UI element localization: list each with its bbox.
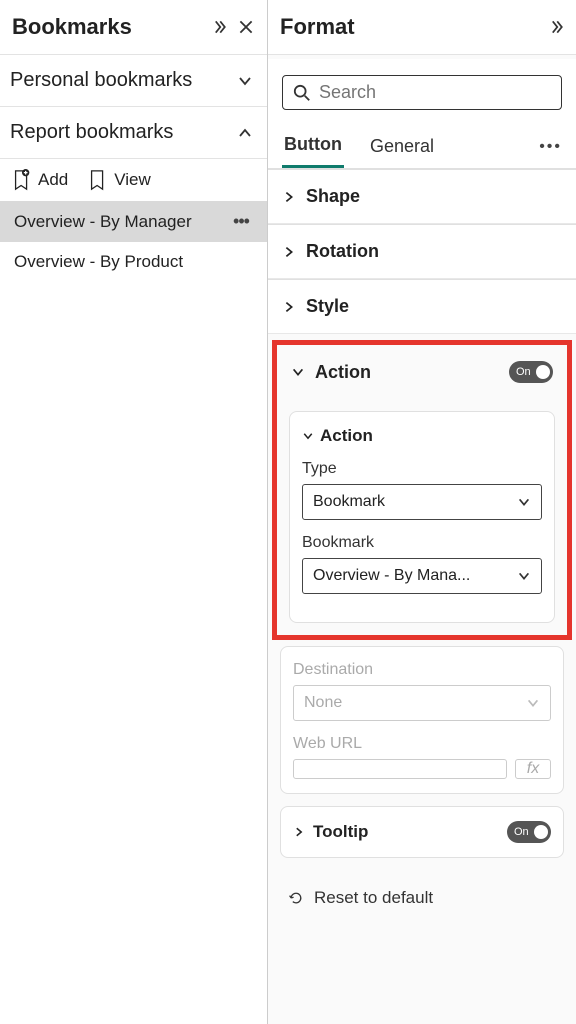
- format-search[interactable]: [282, 75, 562, 110]
- chevron-down-icon: [237, 73, 253, 89]
- toggle-on-label: On: [514, 826, 529, 838]
- personal-bookmarks-section[interactable]: Personal bookmarks: [0, 55, 267, 107]
- weburl-label: Web URL: [293, 735, 551, 753]
- destination-value: None: [304, 694, 526, 712]
- toggle-on-label: On: [516, 366, 531, 378]
- bookmark-item[interactable]: Overview - By Product: [0, 242, 267, 282]
- collapse-icon[interactable]: [209, 18, 227, 36]
- type-label: Type: [302, 460, 542, 478]
- bookmarks-toolbar: Add View: [0, 159, 267, 201]
- chevron-right-icon: [282, 300, 296, 314]
- view-bookmark-button[interactable]: View: [88, 169, 151, 191]
- bookmark-item-label: Overview - By Product: [14, 252, 253, 272]
- bookmarks-panel: Bookmarks Personal bookmarks Report book…: [0, 0, 267, 1024]
- chevron-down-icon: [517, 495, 531, 509]
- format-header: Format: [268, 0, 576, 55]
- report-bookmarks-section[interactable]: Report bookmarks: [0, 107, 267, 159]
- group-action[interactable]: Action On: [277, 345, 567, 399]
- fx-label: fx: [527, 760, 539, 778]
- bookmark-item[interactable]: Overview - By Manager •••: [0, 201, 267, 242]
- reset-icon: [288, 890, 304, 906]
- bookmark-view-icon: [88, 169, 108, 191]
- group-tooltip-label: Tooltip: [313, 822, 499, 842]
- reset-label: Reset to default: [314, 888, 433, 908]
- chevron-up-icon: [237, 125, 253, 141]
- chevron-right-icon: [293, 826, 305, 838]
- tab-button[interactable]: Button: [282, 126, 344, 168]
- chevron-down-icon: [291, 365, 305, 379]
- format-panel: Format Button General ••• Shape Rotation: [267, 0, 576, 1024]
- tab-general[interactable]: General: [368, 128, 436, 167]
- weburl-input: [293, 759, 507, 779]
- group-shape[interactable]: Shape: [268, 170, 576, 223]
- bookmark-value: Overview - By Mana...: [313, 567, 517, 585]
- bookmark-add-icon: [12, 169, 32, 191]
- group-rotation-label: Rotation: [306, 241, 562, 262]
- reset-to-default[interactable]: Reset to default: [268, 870, 576, 926]
- tooltip-toggle[interactable]: On: [507, 821, 551, 843]
- fx-button[interactable]: fx: [515, 759, 551, 779]
- bookmarks-title: Bookmarks: [12, 14, 199, 40]
- group-rotation[interactable]: Rotation: [268, 225, 576, 278]
- bookmark-item-more-icon[interactable]: •••: [229, 211, 253, 232]
- group-shape-label: Shape: [306, 186, 562, 207]
- action-sub-label: Action: [320, 426, 373, 446]
- action-toggle[interactable]: On: [509, 361, 553, 383]
- chevron-down-icon: [517, 569, 531, 583]
- group-style-label: Style: [306, 296, 562, 317]
- search-input[interactable]: [319, 82, 551, 103]
- action-highlight: Action On Action Type Bookmark Bookmark …: [272, 340, 572, 640]
- bookmarks-header: Bookmarks: [0, 0, 267, 55]
- action-card-secondary: Destination None Web URL fx: [280, 646, 564, 794]
- tabs-more-icon[interactable]: •••: [539, 138, 562, 156]
- personal-bookmarks-label: Personal bookmarks: [10, 69, 237, 92]
- collapse-icon[interactable]: [546, 18, 564, 36]
- search-icon: [293, 84, 311, 102]
- bookmark-select[interactable]: Overview - By Mana...: [302, 558, 542, 594]
- bookmark-item-label: Overview - By Manager: [14, 212, 229, 232]
- type-select[interactable]: Bookmark: [302, 484, 542, 520]
- view-label: View: [114, 170, 151, 190]
- add-label: Add: [38, 170, 68, 190]
- group-action-label: Action: [315, 362, 509, 383]
- add-bookmark-button[interactable]: Add: [12, 169, 68, 191]
- chevron-down-icon: [302, 430, 314, 442]
- destination-select: None: [293, 685, 551, 721]
- format-title: Format: [280, 14, 546, 40]
- type-value: Bookmark: [313, 493, 517, 511]
- bookmark-label: Bookmark: [302, 534, 542, 552]
- destination-label: Destination: [293, 661, 551, 679]
- chevron-right-icon: [282, 190, 296, 204]
- chevron-down-icon: [526, 696, 540, 710]
- action-card: Action Type Bookmark Bookmark Overview -…: [289, 411, 555, 623]
- report-bookmarks-label: Report bookmarks: [10, 121, 237, 144]
- group-style[interactable]: Style: [268, 280, 576, 333]
- chevron-right-icon: [282, 245, 296, 259]
- close-icon[interactable]: [237, 18, 255, 36]
- group-tooltip[interactable]: Tooltip On: [280, 806, 564, 858]
- format-tabs: Button General •••: [268, 118, 576, 169]
- action-subsection[interactable]: Action: [302, 426, 542, 446]
